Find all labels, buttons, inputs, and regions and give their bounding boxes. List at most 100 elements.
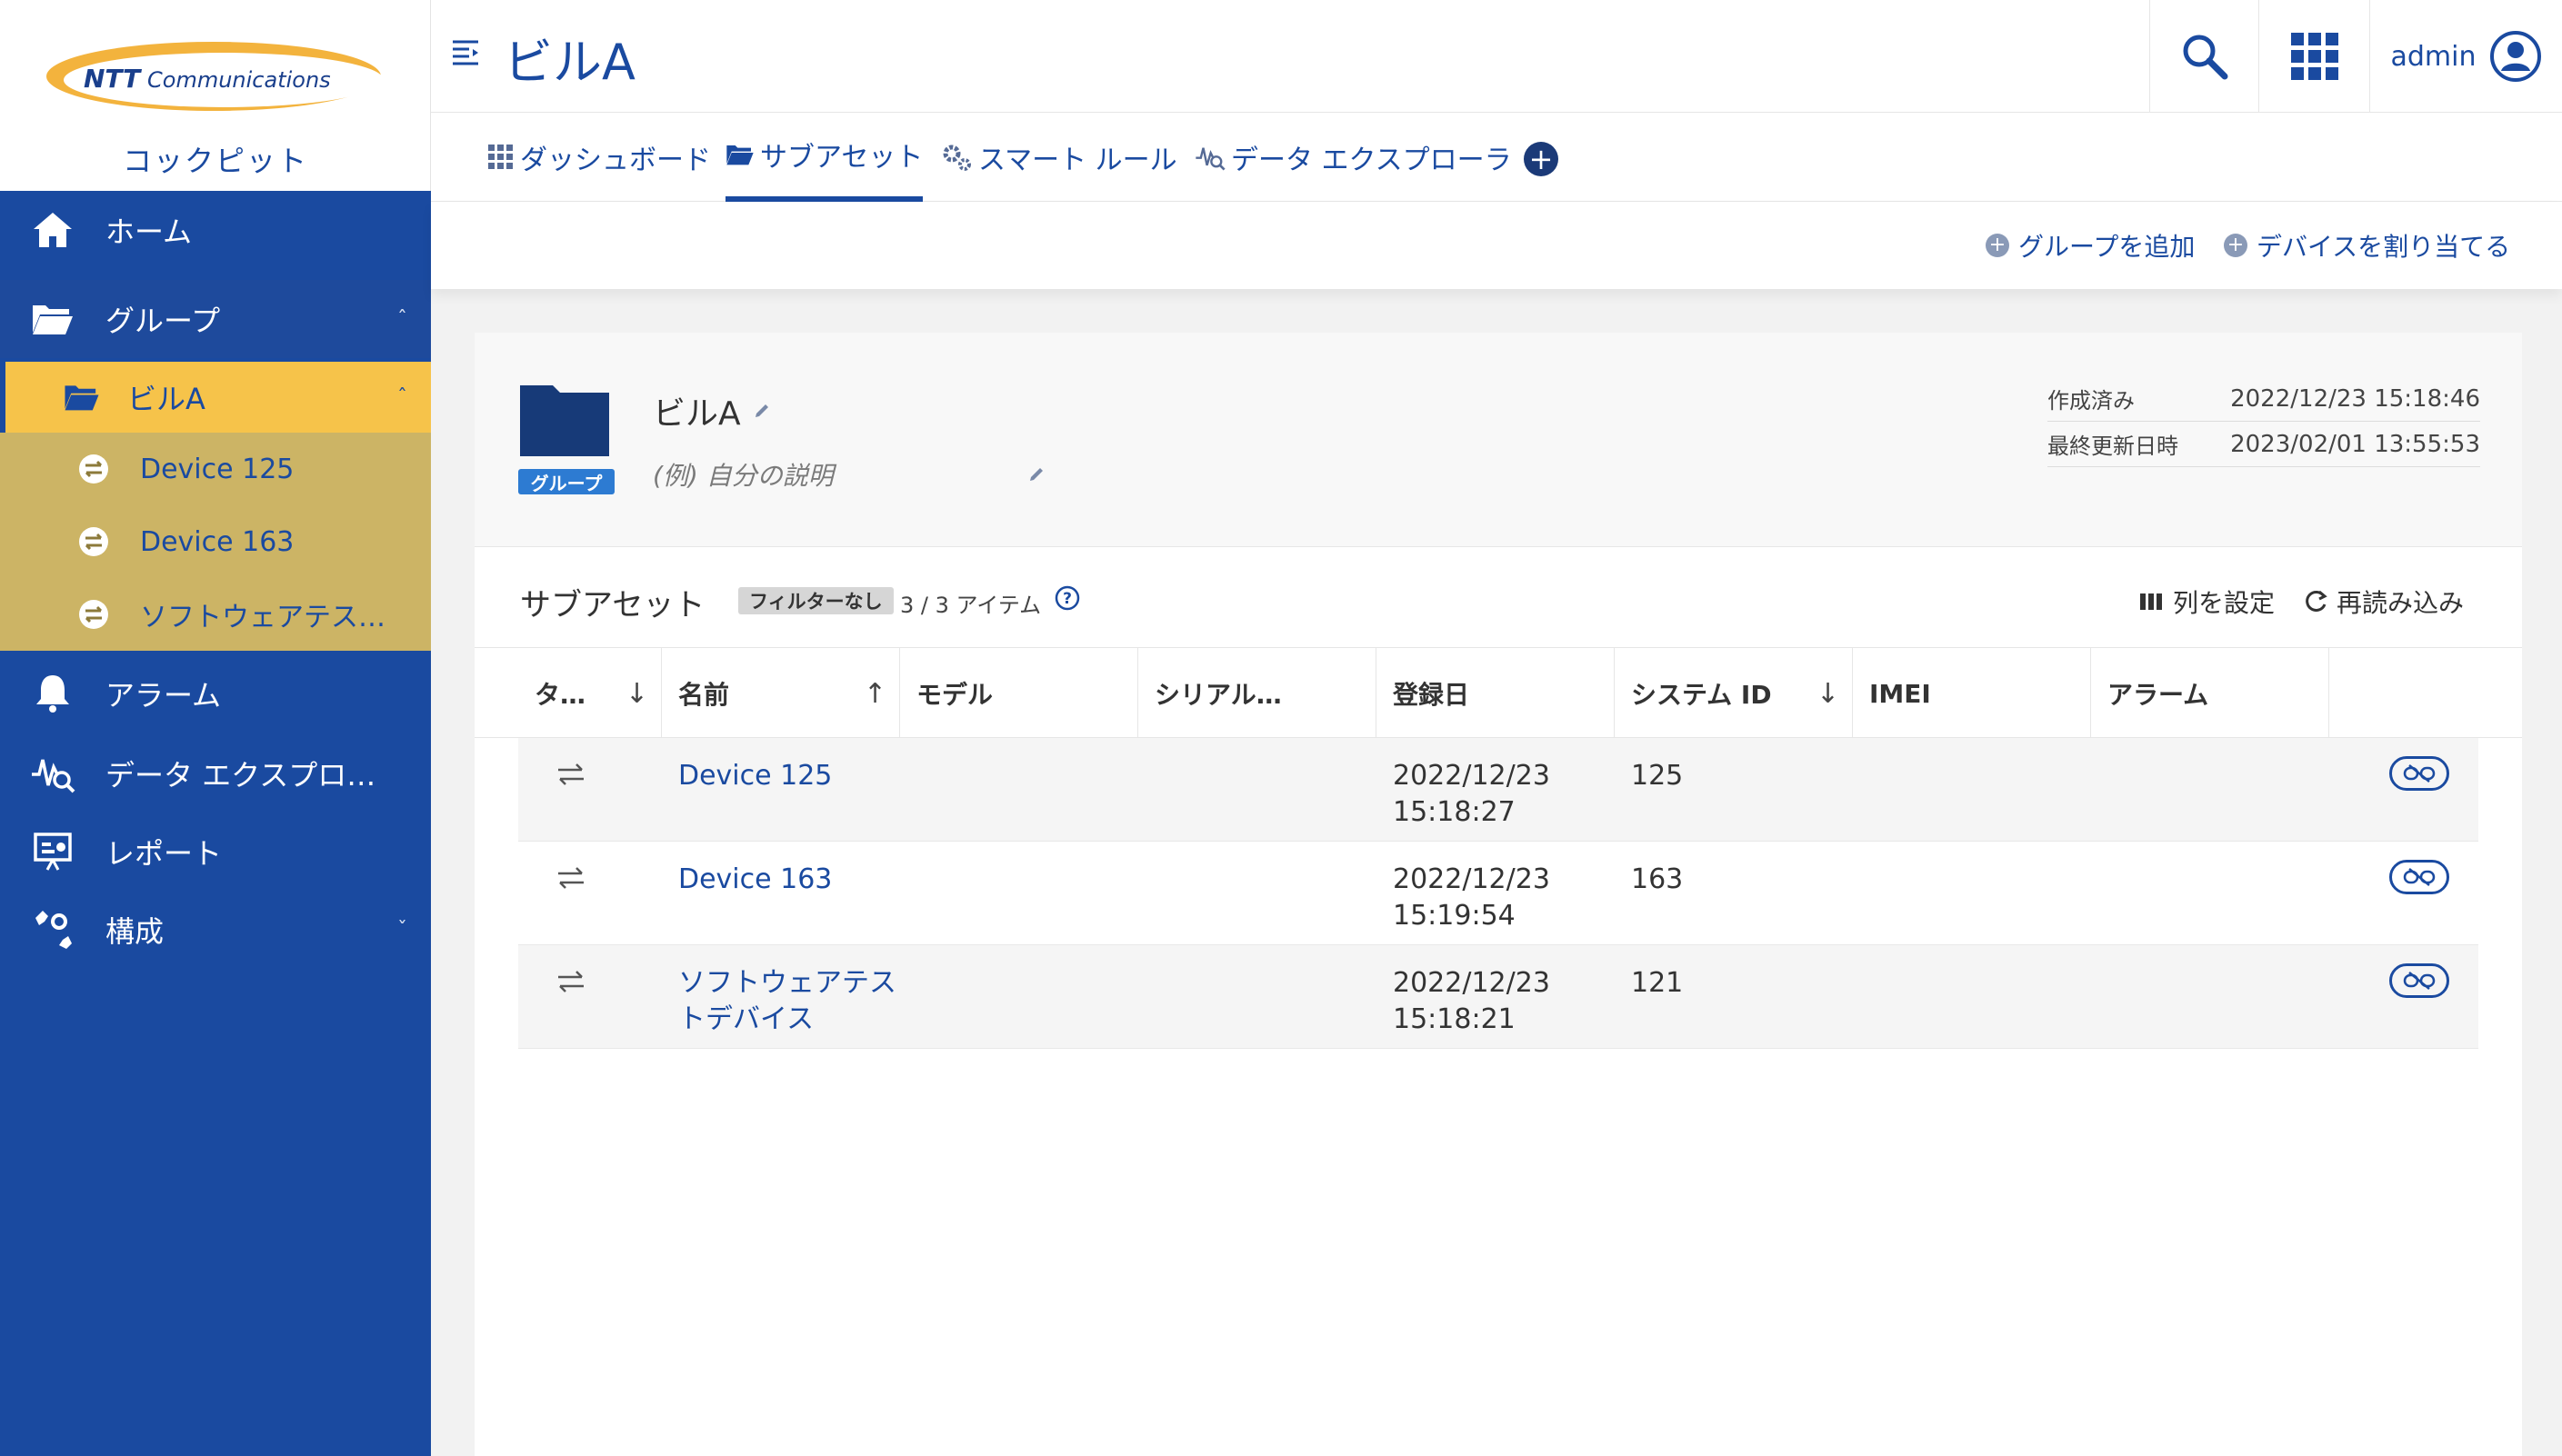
search-icon bbox=[2183, 35, 2227, 80]
chevron-up-icon[interactable]: ˆ bbox=[397, 386, 407, 409]
column-header-label: IMEI bbox=[1869, 678, 1931, 709]
plus-icon: + bbox=[1528, 142, 1554, 176]
edit-name-pencil-icon[interactable] bbox=[753, 402, 771, 420]
sidebar-item-building-a[interactable]: ビルA ˆ bbox=[0, 362, 431, 433]
edit-description-pencil-icon[interactable] bbox=[1027, 465, 1046, 484]
sidebar-item-report[interactable]: レポート bbox=[0, 813, 431, 891]
tab-label: サブアセット bbox=[760, 142, 924, 174]
refresh-icon bbox=[2306, 590, 2327, 612]
gears-icon bbox=[943, 145, 971, 171]
column-type[interactable]: タ… ↓ bbox=[518, 648, 662, 739]
updated-label: 最終更新日時 bbox=[2047, 434, 2178, 459]
tab-label: ダッシュボード bbox=[520, 145, 711, 176]
add-group-button[interactable]: + グループを追加 bbox=[1986, 227, 2195, 264]
assign-device-label: デバイスを割り当てる bbox=[2257, 232, 2511, 262]
column-serial[interactable]: シリアル… bbox=[1138, 648, 1376, 739]
item-count: 3 / 3 アイテム bbox=[900, 593, 1042, 618]
sidebar-item-home[interactable]: ホーム bbox=[0, 191, 431, 269]
app-name: コックピット bbox=[122, 144, 308, 178]
device-name-link[interactable]: Device 163 bbox=[678, 862, 832, 898]
tab-data-explorer[interactable]: データ エクスプローラ bbox=[1195, 113, 1512, 202]
configure-columns-label: 列を設定 bbox=[2173, 588, 2276, 618]
unassign-button[interactable] bbox=[2389, 756, 2449, 791]
brand-area: NTT Communications コックピット bbox=[0, 0, 431, 191]
chevron-up-icon[interactable]: ˆ bbox=[397, 308, 407, 331]
sidebar-item-software-test-device[interactable]: ソフトウェアテス… bbox=[0, 578, 431, 651]
sidebar-item-configuration[interactable]: 構成 ˇ bbox=[0, 891, 431, 969]
assign-device-button[interactable]: + デバイスを割り当てる bbox=[2224, 227, 2510, 264]
sidebar-item-device-125[interactable]: Device 125 bbox=[0, 433, 431, 505]
column-header-label: システム ID bbox=[1631, 680, 1772, 710]
updated-row: 最終更新日時 2023/02/01 13:55:53 bbox=[2047, 422, 2480, 467]
created-label: 作成済み bbox=[2047, 388, 2135, 414]
unlink-icon bbox=[2403, 764, 2436, 783]
tab-smart-rules[interactable]: スマート ルール bbox=[942, 113, 1177, 202]
group-type-badge: グループ bbox=[518, 469, 615, 494]
device-name-link[interactable]: ソフトウェアテス トデバイス bbox=[678, 965, 896, 1038]
sidebar-item-device-163[interactable]: Device 163 bbox=[0, 505, 431, 578]
plus-circle-icon: + bbox=[2224, 234, 2247, 257]
column-header-label: モデル bbox=[916, 680, 994, 710]
user-menu-button[interactable]: admin bbox=[2369, 0, 2562, 113]
column-name[interactable]: 名前 ↑ bbox=[662, 648, 900, 739]
folder-open-icon bbox=[58, 374, 105, 421]
column-system-id[interactable]: システム ID ↓ bbox=[1615, 648, 1853, 739]
registration-date: 2022/12/23 15:18:21 bbox=[1393, 967, 1550, 1035]
unassign-button[interactable] bbox=[2389, 860, 2449, 894]
folder-icon bbox=[520, 385, 609, 456]
page-title: ビルA bbox=[504, 34, 635, 91]
group-description[interactable]: (例) 自分の説明 bbox=[653, 456, 834, 493]
unassign-button[interactable] bbox=[2389, 963, 2449, 998]
device-icon bbox=[79, 527, 108, 556]
sidebar-item-alarm[interactable]: アラーム bbox=[0, 654, 431, 733]
sidebar-item-group[interactable]: グループ ˆ bbox=[0, 280, 431, 358]
device-name-link[interactable]: Device 125 bbox=[678, 758, 832, 794]
chevron-down-icon[interactable]: ˇ bbox=[397, 919, 407, 942]
sidebar-item-label: ソフトウェアテス… bbox=[140, 602, 385, 633]
add-tab-button[interactable]: + bbox=[1524, 142, 1558, 176]
folder-open-icon bbox=[29, 295, 76, 343]
svg-text:NTT: NTT bbox=[84, 64, 142, 94]
created-row: 作成済み 2022/12/23 15:18:46 bbox=[2047, 376, 2480, 422]
sidebar-item-data-explorer[interactable]: データ エクスプロ… bbox=[0, 734, 431, 813]
dashboard-grid-icon bbox=[488, 145, 513, 169]
device-transfer-icon bbox=[558, 867, 584, 889]
updated-value: 2023/02/01 13:55:53 bbox=[2230, 430, 2480, 458]
subassets-title: サブアセット bbox=[520, 587, 706, 623]
sidebar-item-label: グループ bbox=[105, 304, 221, 338]
sidebar-item-label: データ エクスプロ… bbox=[105, 758, 376, 793]
column-registration-date[interactable]: 登録日 bbox=[1376, 648, 1615, 739]
configure-columns-button[interactable]: 列を設定 bbox=[2138, 583, 2275, 620]
tab-dashboard[interactable]: ダッシュボード bbox=[487, 113, 711, 202]
sort-down-icon[interactable]: ↓ bbox=[625, 678, 648, 710]
column-header-label: アラーム bbox=[2107, 680, 2209, 710]
help-icon[interactable]: ? bbox=[1055, 585, 1080, 611]
column-header-label: シリアル… bbox=[1155, 680, 1282, 710]
sidebar-submenu: Device 125 Device 163 ソフトウェアテス… bbox=[0, 433, 431, 651]
reload-button[interactable]: 再読み込み bbox=[2302, 583, 2464, 620]
column-alarm[interactable]: アラーム bbox=[2091, 648, 2329, 739]
app-switcher-button[interactable] bbox=[2258, 0, 2369, 113]
svg-text:Communications: Communications bbox=[147, 67, 331, 93]
folder-open-icon bbox=[726, 145, 754, 165]
ntt-communications-logo[interactable]: NTT Communications bbox=[45, 33, 382, 115]
device-icon bbox=[79, 600, 108, 629]
sidebar-item-label: ビルA bbox=[127, 382, 205, 416]
columns-icon bbox=[2140, 593, 2162, 610]
sidebar-toggle-icon[interactable] bbox=[449, 36, 482, 69]
action-bar: + グループを追加 + デバイスを割り当てる bbox=[431, 202, 2562, 289]
table-row: ソフトウェアテス トデバイス 2022/12/23 15:18:21 121 bbox=[518, 945, 2478, 1049]
user-avatar-icon bbox=[2489, 31, 2541, 82]
column-imei[interactable]: IMEI bbox=[1853, 648, 2091, 739]
tab-subassets[interactable]: サブアセット bbox=[726, 113, 924, 202]
column-model[interactable]: モデル bbox=[900, 648, 1138, 739]
sort-down-icon[interactable]: ↓ bbox=[1816, 678, 1839, 710]
tab-label: スマート ルール bbox=[978, 145, 1177, 176]
sidebar-item-label: 構成 bbox=[105, 914, 165, 949]
group-header: グループ ビルA (例) 自分の説明 作成済み 2022/12/23 15:18… bbox=[475, 333, 2522, 547]
tools-icon bbox=[29, 906, 76, 953]
tab-label: データ エクスプローラ bbox=[1231, 145, 1512, 176]
search-button[interactable] bbox=[2149, 0, 2258, 113]
sort-up-icon[interactable]: ↑ bbox=[864, 678, 886, 710]
table-row: Device 125 2022/12/23 15:18:27 125 bbox=[518, 738, 2478, 842]
